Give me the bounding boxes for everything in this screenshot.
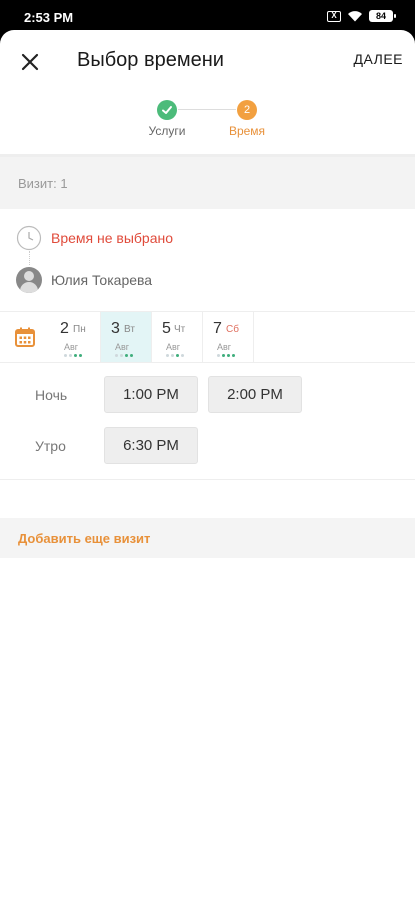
- status-bar: 2:53 PM X 84: [0, 0, 415, 34]
- step-time-label: Время: [228, 124, 266, 138]
- status-icons: X 84: [327, 10, 396, 22]
- unavailable-dot: [217, 354, 220, 357]
- status-time: 2:53 PM: [24, 10, 74, 25]
- check-icon: [157, 100, 177, 120]
- availability-dots: [217, 354, 235, 357]
- available-dot: [79, 354, 82, 357]
- calendar-icon[interactable]: [0, 312, 50, 362]
- battery-level: 84: [375, 11, 386, 21]
- date-day: 5: [162, 320, 171, 337]
- unavailable-dot: [115, 354, 118, 357]
- time-slots: Ночь 1:00 PM 2:00 PM Утро 6:30 PM: [0, 363, 415, 480]
- close-icon[interactable]: [16, 48, 44, 76]
- date-day: 2: [60, 320, 69, 337]
- add-visit-button[interactable]: Добавить еще визит: [0, 518, 415, 558]
- unavailable-dot: [171, 354, 174, 357]
- date-picker-bar: 2 Пн Авг 3 Вт Авг 5 Чт Авг 7 Сб Авг: [0, 311, 415, 363]
- clock-icon: [16, 225, 42, 251]
- availability-dots: [166, 354, 184, 357]
- date-cell[interactable]: 7 Сб Авг: [203, 312, 254, 362]
- step-number: 2: [237, 100, 257, 120]
- slot-row-night: Ночь 1:00 PM 2:00 PM: [0, 369, 415, 420]
- available-dot: [130, 354, 133, 357]
- availability-dots: [64, 354, 82, 357]
- avatar: [16, 267, 42, 293]
- progress-stepper: Услуги 2 Время: [0, 92, 415, 154]
- staff-name: Юлия Токарева: [51, 272, 153, 288]
- page-title: Выбор времени: [77, 49, 224, 71]
- unavailable-dot: [64, 354, 67, 357]
- date-month: Авг: [64, 342, 79, 352]
- step-services: Услуги: [137, 100, 197, 138]
- date-weekday: Чт: [174, 324, 186, 335]
- available-dot: [227, 354, 230, 357]
- wifi-icon: [348, 11, 362, 22]
- date-cell[interactable]: 2 Пн Авг: [50, 312, 101, 362]
- app-bar: Выбор времени ДАЛЕЕ: [0, 30, 415, 92]
- date-cell[interactable]: 5 Чт Авг: [152, 312, 203, 362]
- available-dot: [74, 354, 77, 357]
- step-services-label: Услуги: [148, 124, 186, 138]
- availability-dots: [115, 354, 133, 357]
- period-label: Ночь: [35, 386, 68, 403]
- date-month: Авг: [115, 342, 130, 352]
- visit-header: Визит: 1: [0, 157, 415, 209]
- available-dot: [176, 354, 179, 357]
- time-selection-sheet: Выбор времени ДАЛЕЕ Услуги 2 Время Визит…: [0, 30, 415, 900]
- available-dot: [222, 354, 225, 357]
- date-weekday: Пн: [73, 324, 86, 335]
- date-day: 3: [111, 320, 120, 337]
- time-slot-button[interactable]: 1:00 PM: [104, 376, 198, 413]
- date-weekday: Сб: [226, 324, 239, 335]
- next-button[interactable]: ДАЛЕЕ: [354, 51, 404, 67]
- unavailable-dot: [120, 354, 123, 357]
- date-weekday: Вт: [124, 324, 135, 335]
- x-notification-icon: X: [327, 10, 341, 22]
- time-not-selected-text: Время не выбрано: [51, 230, 174, 246]
- slot-row-morning: Утро 6:30 PM: [0, 420, 415, 471]
- date-month: Авг: [166, 342, 181, 352]
- time-slot-button[interactable]: 6:30 PM: [104, 427, 198, 464]
- step-time: 2 Время: [217, 100, 277, 138]
- period-label: Утро: [35, 437, 66, 454]
- date-cell-selected[interactable]: 3 Вт Авг: [101, 312, 152, 362]
- date-day: 7: [213, 320, 222, 337]
- battery-icon: 84: [369, 10, 396, 22]
- unavailable-dot: [166, 354, 169, 357]
- unavailable-dot: [181, 354, 184, 357]
- date-month: Авг: [217, 342, 232, 352]
- staff-row: Юлия Токарева: [0, 259, 415, 301]
- unavailable-dot: [69, 354, 72, 357]
- time-status-row: Время не выбрано: [0, 217, 415, 265]
- available-dot: [232, 354, 235, 357]
- available-dot: [125, 354, 128, 357]
- time-slot-button[interactable]: 2:00 PM: [208, 376, 302, 413]
